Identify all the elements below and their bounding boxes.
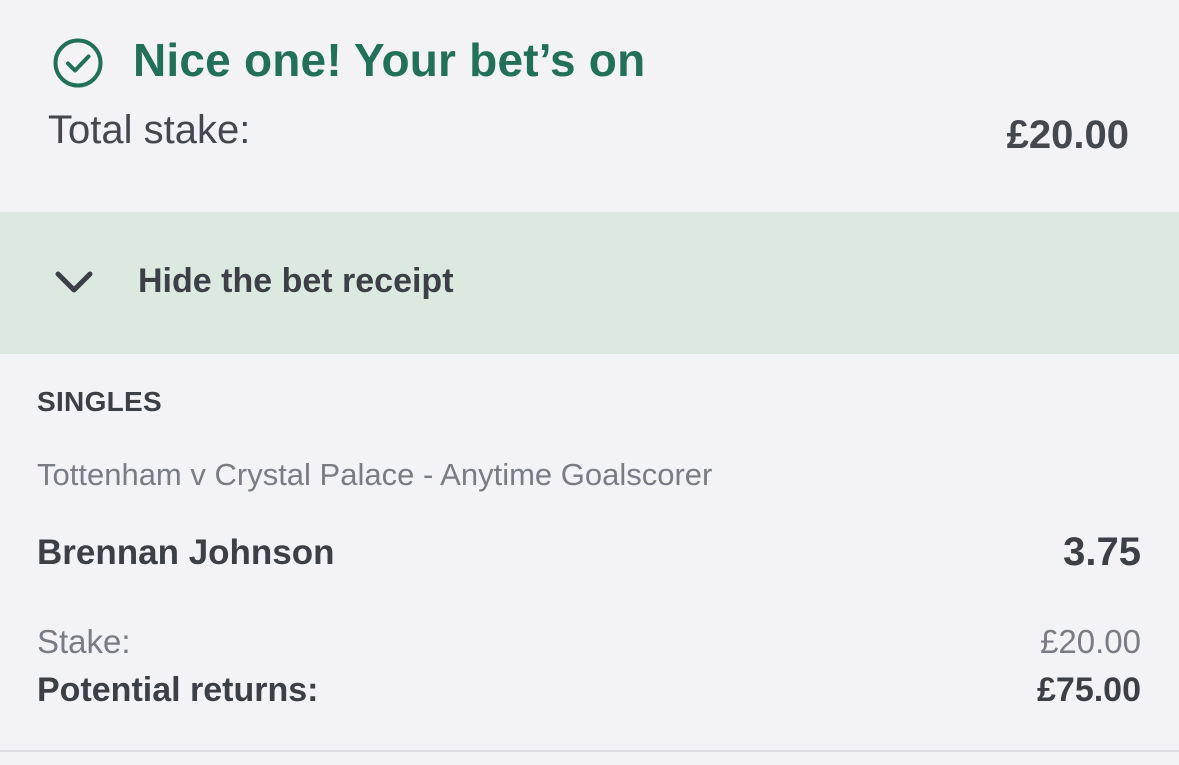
- chevron-down-icon[interactable]: [54, 268, 94, 298]
- hide-bet-receipt-label[interactable]: Hide the bet receipt: [138, 262, 454, 301]
- stake-label: Stake:: [37, 623, 131, 660]
- total-stake-label: Total stake:: [48, 108, 251, 152]
- receipt-footer: [0, 752, 1179, 765]
- potential-returns-label: Potential returns:: [37, 671, 319, 709]
- potential-returns-value: £75.00: [1037, 671, 1141, 709]
- selection-odds: 3.75: [1063, 530, 1141, 574]
- market-description: Tottenham v Crystal Palace - Anytime Goa…: [37, 457, 713, 492]
- bet-confirmation-page: Nice one! Your bet’s on Total stake: £20…: [0, 0, 1179, 765]
- confirmation-title: Nice one! Your bet’s on: [133, 34, 646, 86]
- check-circle-icon: [53, 38, 103, 88]
- selection-name: Brennan Johnson: [37, 533, 335, 572]
- bet-type-label: SINGLES: [37, 386, 163, 417]
- stake-value: £20.00: [1040, 623, 1141, 660]
- confirmation-header: Nice one! Your bet’s on Total stake: £20…: [0, 0, 1179, 212]
- total-stake-value: £20.00: [1006, 113, 1129, 157]
